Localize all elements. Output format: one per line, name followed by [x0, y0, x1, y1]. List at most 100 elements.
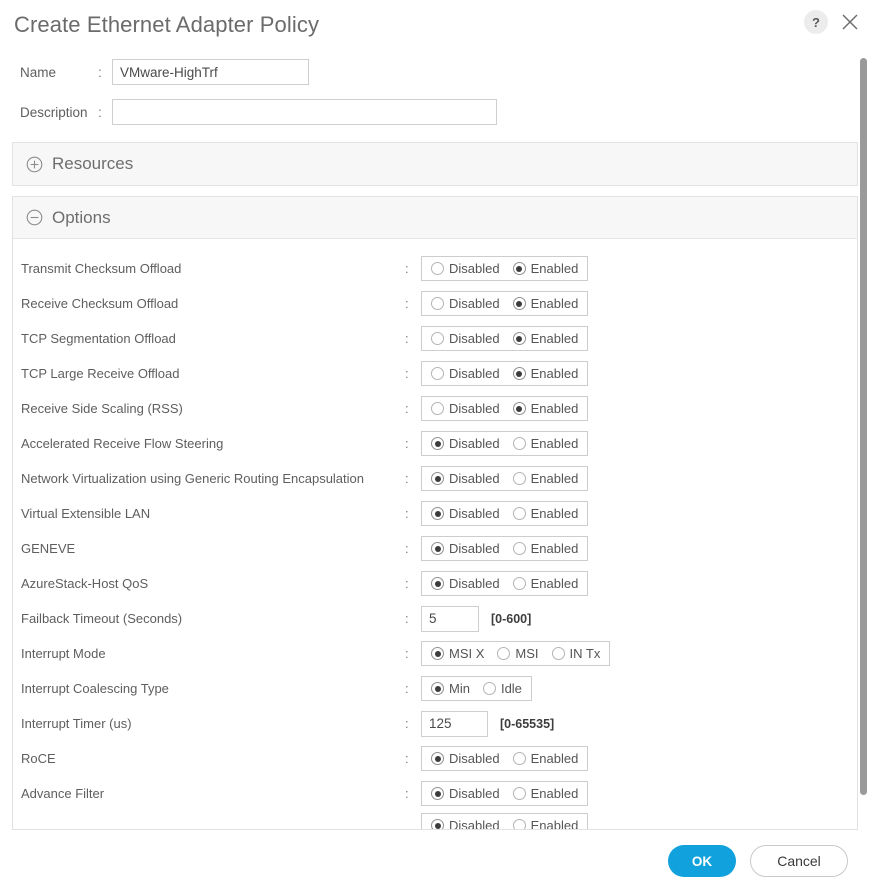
option-row: TCP Large Receive Offload: Disabled Enable… [13, 356, 857, 391]
radio-selected-icon [431, 577, 444, 590]
radio-option[interactable]: Enabled [512, 261, 579, 276]
dialog-header-actions: ? [804, 10, 862, 34]
radio-unselected-icon [431, 262, 444, 275]
radio-option[interactable]: Disabled [431, 818, 500, 829]
radio-option[interactable]: Disabled [431, 331, 500, 346]
options-section-header[interactable]: Options [13, 197, 857, 239]
option-colon: : [405, 541, 409, 556]
radio-option-label: Disabled [449, 506, 500, 521]
radio-selected-icon [431, 472, 444, 485]
radio-option[interactable]: MSI X [431, 646, 484, 661]
radio-option[interactable]: Disabled [431, 436, 500, 451]
radio-unselected-icon [431, 332, 444, 345]
radio-option[interactable]: Enabled [512, 751, 578, 766]
radio-option-label: MSI X [449, 646, 485, 661]
name-input[interactable] [112, 59, 309, 85]
radio-option[interactable]: MSI [497, 646, 539, 661]
radio-option[interactable]: IN Tx [551, 646, 601, 661]
radio-option[interactable]: Enabled [512, 506, 578, 521]
radio-option-label: Enabled [530, 261, 579, 276]
radio-option[interactable]: Enabled [512, 401, 578, 416]
radio-option[interactable]: Enabled [512, 786, 578, 801]
radio-option[interactable]: Min [431, 681, 470, 696]
option-colon: : [405, 401, 409, 416]
scrollbar-track[interactable] [860, 58, 867, 826]
radio-option[interactable]: Enabled [512, 331, 578, 346]
option-colon: : [405, 646, 409, 661]
radio-selected-icon [512, 332, 526, 345]
radio-selected-icon [431, 819, 444, 829]
description-field-row: Description : [0, 92, 876, 132]
option-label: Interrupt Mode [21, 646, 106, 661]
radio-group: Disabled Enabled [421, 781, 589, 806]
scroll-content: Name : Description : [0, 52, 876, 830]
radio-option[interactable]: Disabled [431, 576, 500, 591]
radio-option[interactable]: Enabled [512, 541, 579, 556]
radio-group: Disabled Enabled [421, 396, 589, 421]
radio-selected-icon [431, 542, 444, 555]
radio-option[interactable]: Enabled [512, 366, 578, 381]
radio-selected-icon [512, 402, 526, 415]
radio-option[interactable]: Enabled [512, 576, 579, 591]
radio-option[interactable]: Enabled [512, 296, 578, 311]
option-row: TCP Segmentation Offload: Disabled Enabled [13, 321, 857, 356]
description-input[interactable] [112, 99, 497, 125]
option-row: AzureStack-Host QoS: Disabled Enabled [13, 566, 857, 601]
resources-section-title: Resources [52, 154, 134, 173]
option-row: GENEVE: Disabled Enabled [13, 531, 857, 566]
radio-option-label: Disabled [449, 366, 500, 381]
option-colon: : [405, 576, 409, 591]
radio-option[interactable]: Disabled [431, 401, 500, 416]
radio-option[interactable]: Disabled [431, 786, 500, 801]
ok-button[interactable]: OK [668, 845, 736, 877]
radio-option[interactable]: Disabled [431, 751, 500, 766]
option-label: Receive Side Scaling (RSS) [21, 401, 183, 416]
radio-unselected-icon [512, 577, 526, 590]
radio-unselected-icon [431, 402, 444, 415]
radio-group: Disabled Enabled [421, 431, 589, 456]
option-row: Receive Checksum Offload: Disabled Enabled [13, 286, 857, 321]
radio-option[interactable]: Disabled [431, 366, 500, 381]
resources-section-header[interactable]: Resources [13, 143, 857, 185]
option-colon: : [405, 716, 409, 731]
radio-option-label: Enabled [530, 818, 579, 829]
radio-selected-icon [512, 367, 526, 380]
radio-option[interactable]: Disabled [431, 296, 500, 311]
radio-selected-icon [431, 682, 444, 695]
number-input[interactable] [421, 605, 479, 632]
number-input[interactable] [421, 710, 488, 737]
radio-selected-icon [512, 262, 526, 275]
radio-option[interactable]: Disabled [431, 471, 500, 486]
radio-option[interactable]: Enabled [512, 818, 579, 829]
radio-option-label: Enabled [530, 541, 579, 556]
radio-group: Min Idle [421, 676, 532, 701]
radio-selected-icon [431, 647, 444, 660]
radio-group: Disabled Enabled [421, 256, 589, 281]
option-label: Network Virtualization using Generic Rou… [21, 471, 365, 486]
options-section: Options Transmit Checksum Offload: Disabl… [12, 196, 858, 830]
radio-option[interactable]: Enabled [512, 471, 578, 486]
name-colon: : [98, 64, 102, 80]
radio-option-label: Idle [500, 681, 522, 696]
close-icon[interactable] [838, 10, 862, 34]
radio-option-label: Enabled [530, 576, 579, 591]
scrollbar-thumb[interactable] [860, 58, 867, 796]
radio-group: Disabled Enabled [421, 501, 589, 526]
radio-option[interactable]: Disabled [431, 541, 500, 556]
option-label: GENEVE [21, 541, 76, 556]
radio-option[interactable]: Enabled [512, 436, 578, 451]
radio-option[interactable]: Disabled [431, 261, 500, 276]
radio-option-label: Min [449, 681, 470, 696]
option-label: Advance Filter [21, 786, 105, 801]
option-row: Network Virtualization using Generic Rou… [13, 461, 857, 496]
option-colon: : [405, 611, 409, 626]
radio-option[interactable]: Idle [482, 681, 522, 696]
option-row: RoCE: Disabled Enabled [13, 741, 857, 776]
radio-option-label: IN Tx [569, 646, 601, 661]
resources-section: Resources [12, 142, 858, 186]
help-icon[interactable]: ? [804, 10, 828, 34]
radio-group: MSI X MSI IN Tx [421, 641, 611, 666]
create-ethernet-adapter-policy-dialog: Create Ethernet Adapter Policy ? Name : … [0, 0, 876, 892]
radio-option[interactable]: Disabled [431, 506, 500, 521]
cancel-button[interactable]: Cancel [750, 845, 848, 877]
